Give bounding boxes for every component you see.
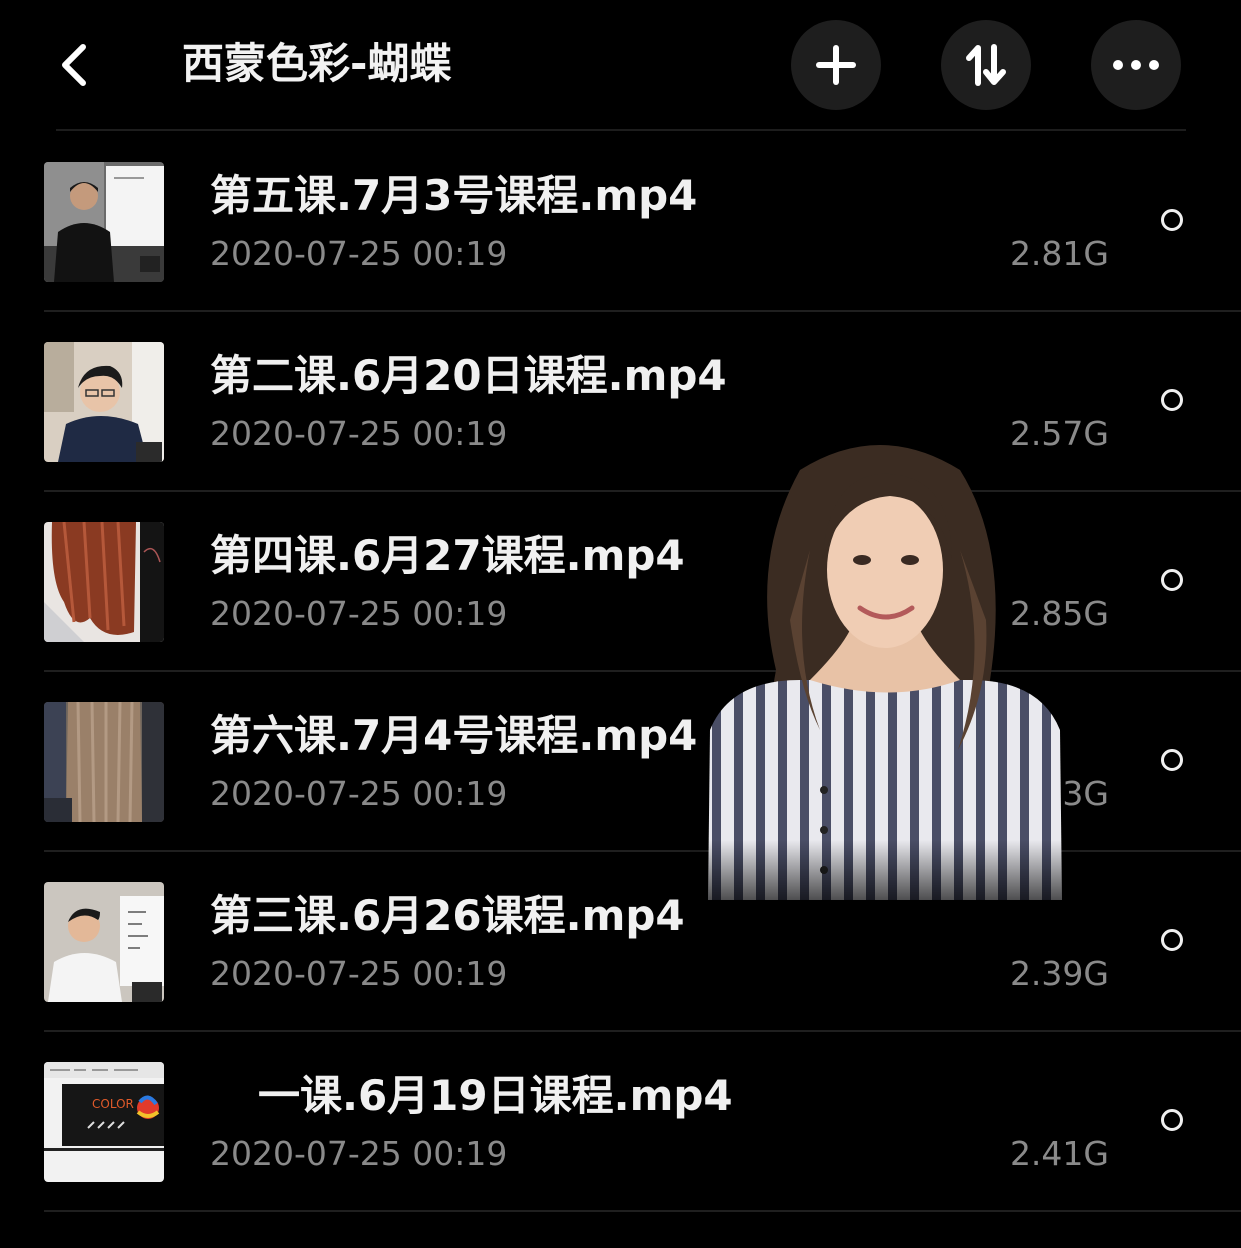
file-row[interactable]: 第六课.7月4号课程.mp4 2020-07-25 00:19 2.53G: [0, 672, 1241, 852]
file-name: 第四课.6月27课程.mp4: [210, 531, 685, 580]
more-options-button[interactable]: [1091, 20, 1181, 110]
file-name: 第五课.7月3号课程.mp4: [210, 171, 698, 220]
back-button[interactable]: [52, 38, 96, 92]
file-date: 2020-07-25 00:19: [210, 774, 508, 813]
file-size: 2.41G: [1009, 1134, 1109, 1173]
video-thumbnail: [44, 882, 164, 1002]
more-dots-icon: [1113, 60, 1159, 70]
file-size: 2.85G: [1009, 594, 1109, 633]
file-date: 2020-07-25 00:19: [210, 234, 508, 273]
video-thumbnail: [44, 702, 164, 822]
top-bar: 西蒙色彩-蝴蝶: [0, 0, 1241, 131]
select-radio[interactable]: [1161, 389, 1183, 411]
header-divider: [56, 129, 1186, 131]
file-date: 2020-07-25 00:19: [210, 594, 508, 633]
file-row[interactable]: 第二课.6月20日课程.mp4 2020-07-25 00:19 2.57G: [0, 312, 1241, 492]
file-date: 2020-07-25 00:19: [210, 1134, 508, 1173]
plus-icon: [816, 45, 856, 85]
file-row[interactable]: 第三课.6月26课程.mp4 2020-07-25 00:19 2.39G: [0, 852, 1241, 1032]
select-radio[interactable]: [1161, 749, 1183, 771]
file-size: 2.39G: [1009, 954, 1109, 993]
select-radio[interactable]: [1161, 569, 1183, 591]
file-list: 第五课.7月3号课程.mp4 2020-07-25 00:19 2.81G 第二…: [0, 132, 1241, 1212]
file-size: 2.53G: [1009, 774, 1109, 813]
select-radio[interactable]: [1161, 1109, 1183, 1131]
file-date: 2020-07-25 00:19: [210, 954, 508, 993]
file-size: 2.57G: [1009, 414, 1109, 453]
video-thumbnail: [44, 522, 164, 642]
page-title: 西蒙色彩-蝴蝶: [182, 39, 452, 88]
select-radio[interactable]: [1161, 209, 1183, 231]
file-name: 第六课.7月4号课程.mp4: [210, 711, 698, 760]
file-row[interactable]: 第五课.7月3号课程.mp4 2020-07-25 00:19 2.81G: [0, 132, 1241, 312]
sort-button[interactable]: [941, 20, 1031, 110]
chevron-left-icon: [62, 44, 86, 86]
video-thumbnail: COLOR: [44, 1062, 164, 1182]
file-row[interactable]: 第四课.6月27课程.mp4 2020-07-25 00:19 2.85G: [0, 492, 1241, 672]
file-name: 第三课.6月26课程.mp4: [210, 891, 685, 940]
sort-arrows-icon: [966, 44, 1006, 86]
file-name: 第二课.6月20日课程.mp4: [210, 351, 727, 400]
file-date: 2020-07-25 00:19: [210, 414, 508, 453]
video-thumbnail: [44, 162, 164, 282]
add-button[interactable]: [791, 20, 881, 110]
select-radio[interactable]: [1161, 929, 1183, 951]
file-size: 2.81G: [1009, 234, 1109, 273]
thumb-color-text: COLOR: [92, 1097, 134, 1111]
video-thumbnail: [44, 342, 164, 462]
file-row[interactable]: COLOR 一课.6月19日课程.mp4 2020-07-25 00:19 2.…: [0, 1032, 1241, 1212]
file-name: 一课.6月19日课程.mp4: [258, 1071, 733, 1120]
